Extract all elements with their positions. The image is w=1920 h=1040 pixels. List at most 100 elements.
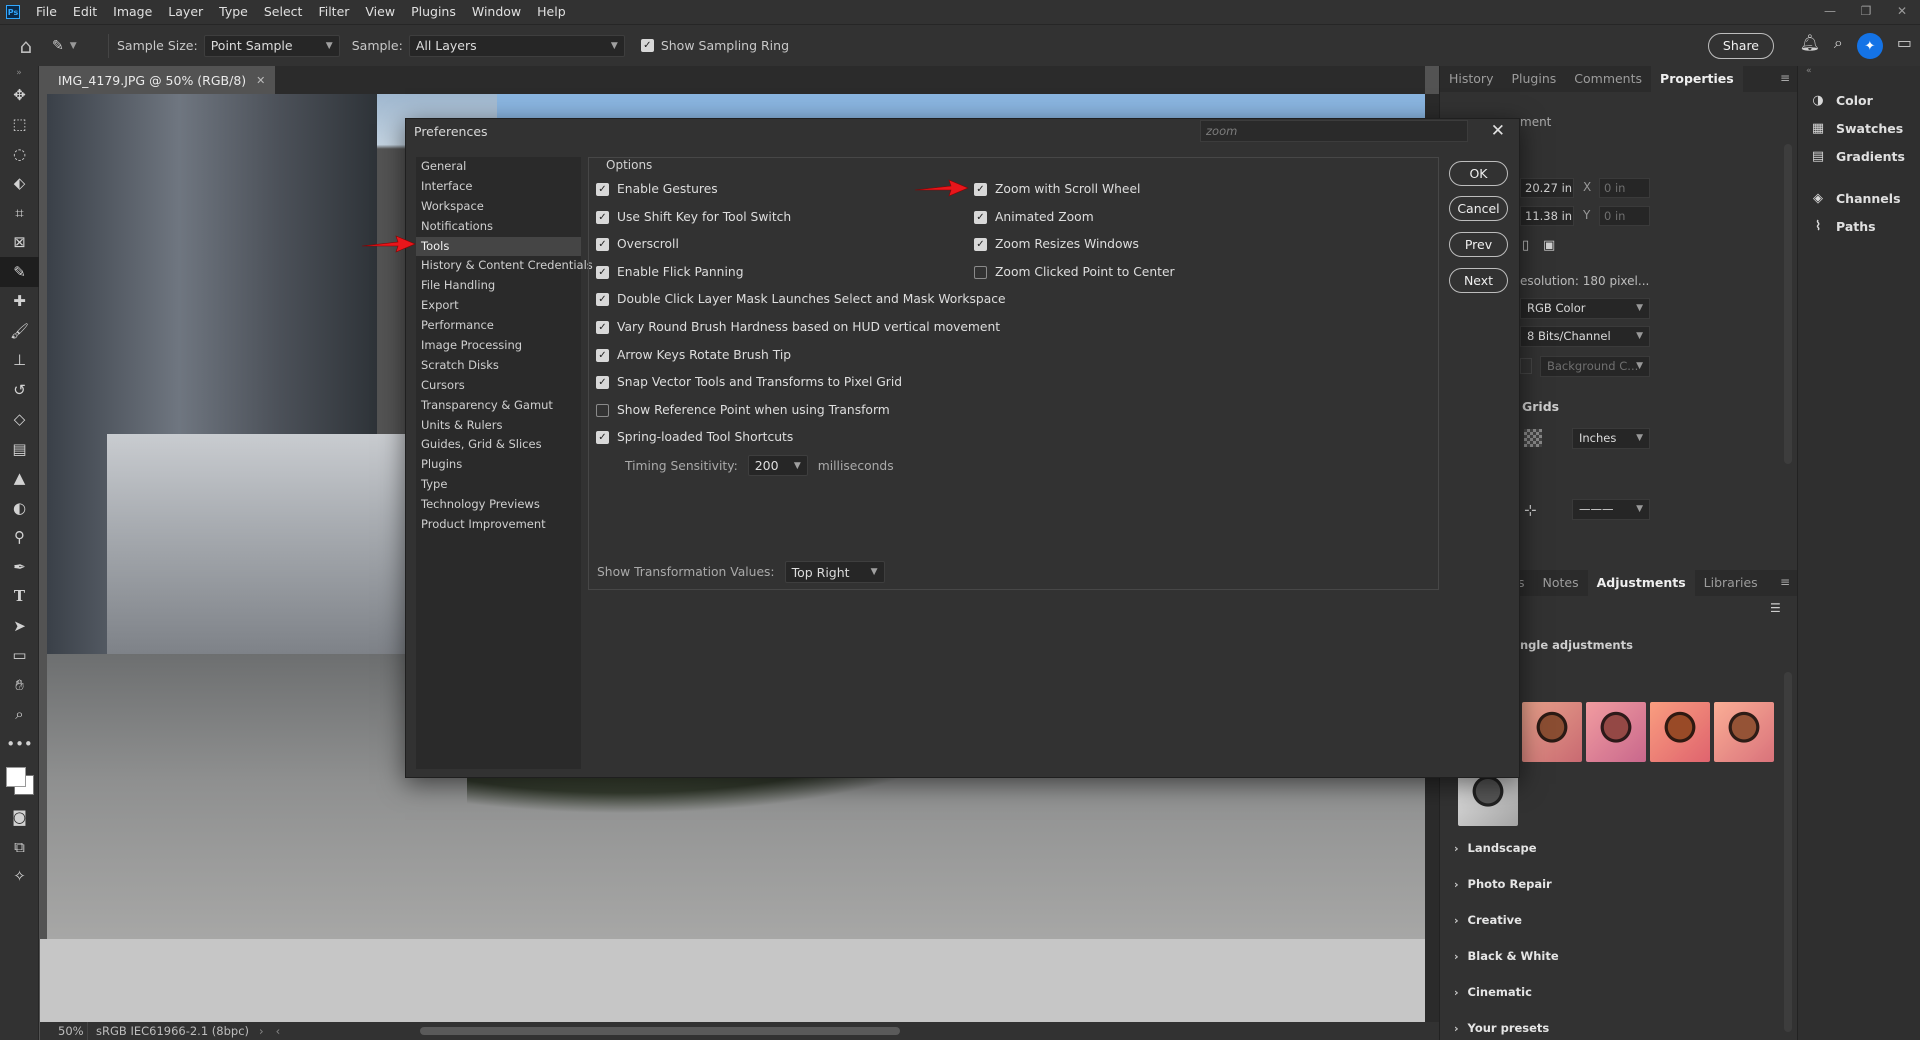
x-field[interactable]: 0 in [1599,178,1650,198]
option-overscroll[interactable]: ✓ Overscroll [596,237,679,251]
brush-tool-icon[interactable]: 🖌︎ [0,316,39,346]
option-spring-loaded-shortcuts[interactable]: ✓ Spring-loaded Tool Shortcuts [596,430,793,444]
ok-button[interactable]: OK [1449,161,1508,186]
panel-gradients[interactable]: ▤ Gradients [1798,142,1920,170]
tab-history[interactable]: History [1440,66,1502,92]
nav-technology-previews[interactable]: Technology Previews [416,495,581,515]
show-sampling-ring-option[interactable]: ✓ Show Sampling Ring [640,38,795,53]
history-brush-tool-icon[interactable]: ↺ [0,375,39,405]
checkbox[interactable]: ✓ [596,403,609,417]
adjustment-category[interactable]: › Your presets [1454,1021,1549,1035]
nav-tools[interactable]: Tools [416,236,581,257]
option-snap-vector-tools[interactable]: ✓ Snap Vector Tools and Transforms to Pix… [596,375,902,389]
checkbox[interactable]: ✓ [596,430,609,444]
zoom-lens-tool-icon[interactable]: ⚲ [0,523,39,553]
preset-thumbnail[interactable] [1586,702,1646,762]
grid-checker-icon[interactable] [1524,429,1542,447]
collapse-arrows-icon[interactable]: » [0,66,38,80]
checkbox[interactable]: ✓ [596,375,609,389]
panel-color[interactable]: ◑ Color [1798,86,1920,114]
pen-tool-icon[interactable]: ✒ [0,552,39,582]
panel-paths[interactable]: ⌇ Paths [1798,212,1920,240]
eraser-tool-icon[interactable]: ◇ [0,405,39,435]
checkbox[interactable]: ✓ [596,348,609,362]
eyedropper-tool-icon[interactable]: ✎ [0,257,39,287]
transform-values-dropdown[interactable]: Top Right ▼ [784,561,885,583]
nav-transparency-gamut[interactable]: Transparency & Gamut [416,396,581,416]
hand-tool-icon[interactable]: ✋︎ [0,670,39,700]
frame-tool-icon[interactable]: ⊠ [0,228,39,258]
close-window-icon[interactable]: ✕ [1884,0,1920,24]
menu-filter[interactable]: Filter [310,0,357,24]
adjustment-category[interactable]: › Landscape [1454,841,1537,855]
document-tab[interactable]: IMG_4179.JPG @ 50% (RGB/8) ✕ [40,66,276,94]
guide-style-dropdown[interactable]: ——— ▼ [1572,499,1650,520]
chevron-right-icon[interactable]: › [259,1024,264,1038]
minimize-icon[interactable]: — [1812,0,1848,24]
option-arrow-keys-rotate-brush[interactable]: ✓ Arrow Keys Rotate Brush Tip [596,348,791,362]
nav-history-content-credentials[interactable]: History & Content Credentials [416,256,593,276]
adjustment-category[interactable]: › Photo Repair [1454,877,1552,891]
option-double-click-layer-mask[interactable]: ✓ Double Click Layer Mask Launches Select… [596,292,1006,306]
option-animated-zoom[interactable]: ✓ Animated Zoom [974,210,1094,224]
nav-interface[interactable]: Interface [416,177,581,197]
tab-comments[interactable]: Comments [1565,66,1651,92]
clone-stamp-tool-icon[interactable]: ⊥ [0,346,39,376]
crop-tool-icon[interactable]: ⌗ [0,198,39,228]
marquee-tool-icon[interactable]: ⬚ [0,110,39,140]
checkbox[interactable]: ✓ [974,210,987,224]
blur-tool-icon[interactable]: ▲ [0,464,39,494]
preferences-search-input[interactable]: zoom [1200,120,1468,142]
color-swatches[interactable] [0,759,39,803]
generative-tool-icon[interactable]: ✧ [0,862,39,892]
fill-dropdown[interactable]: Background C... ▼ [1540,356,1650,377]
menu-help[interactable]: Help [529,0,574,24]
preset-thumbnail[interactable] [1714,702,1774,762]
checkbox[interactable]: ✓ [974,237,987,251]
zoom-level[interactable]: 50% [40,1022,88,1040]
adjustment-category[interactable]: › Creative [1454,913,1522,927]
nav-type[interactable]: Type [416,475,581,495]
screen-mode-icon[interactable]: ⧉ [0,832,39,862]
bit-depth-dropdown[interactable]: 8 Bits/Channel ▼ [1520,326,1650,347]
nav-general[interactable]: General [416,157,581,177]
share-button[interactable]: Share [1707,33,1774,59]
tab-libraries[interactable]: Libraries [1695,570,1767,596]
next-button[interactable]: Next [1449,268,1508,293]
option-zoom-resizes-windows[interactable]: ✓ Zoom Resizes Windows [974,237,1139,251]
nav-performance[interactable]: Performance [416,316,581,336]
show-sampling-ring-checkbox[interactable]: ✓ [640,39,654,52]
menu-plugins[interactable]: Plugins [403,0,464,24]
menu-view[interactable]: View [357,0,403,24]
nav-product-improvement[interactable]: Product Improvement [416,515,581,535]
tab-properties[interactable]: Properties [1651,66,1743,92]
adjustments-scrollbar[interactable] [1784,672,1792,1032]
checkbox[interactable]: ✓ [974,182,987,196]
mode-dropdown[interactable]: RGB Color ▼ [1520,298,1650,319]
nav-workspace[interactable]: Workspace [416,197,581,217]
lasso-tool-icon[interactable]: ◌ [0,139,39,169]
option-zoom-clicked-point[interactable]: ✓ Zoom Clicked Point to Center [974,265,1175,279]
checkbox[interactable]: ✓ [974,265,987,279]
nav-guides-grid-slices[interactable]: Guides, Grid & Slices [416,435,581,455]
option-flick-panning[interactable]: ✓ Enable Flick Panning [596,265,744,279]
panel-swatches[interactable]: ▦ Swatches [1798,114,1920,142]
menu-window[interactable]: Window [464,0,529,24]
y-field[interactable]: 0 in [1599,206,1650,226]
checkbox[interactable]: ✓ [596,320,609,334]
object-selection-tool-icon[interactable]: ⬖ [0,169,39,199]
rectangle-tool-icon[interactable]: ▭ [0,641,39,671]
restore-icon[interactable]: ❐ [1848,0,1884,24]
nav-cursors[interactable]: Cursors [416,376,581,396]
nav-notifications[interactable]: Notifications [416,217,581,237]
height-field[interactable]: 11.38 in [1520,206,1574,226]
move-tool-icon[interactable]: ✥ [0,80,39,110]
menu-file[interactable]: File [28,0,65,24]
discover-bulb-icon[interactable]: ✦ [1856,33,1883,59]
properties-scrollbar[interactable] [1784,144,1792,464]
menu-edit[interactable]: Edit [65,0,105,24]
home-icon[interactable]: ⌂ [0,25,52,67]
nav-scratch-disks[interactable]: Scratch Disks [416,356,581,376]
option-enable-gestures[interactable]: ✓ Enable Gestures [596,182,718,196]
tab-adjustments[interactable]: Adjustments [1587,570,1695,596]
